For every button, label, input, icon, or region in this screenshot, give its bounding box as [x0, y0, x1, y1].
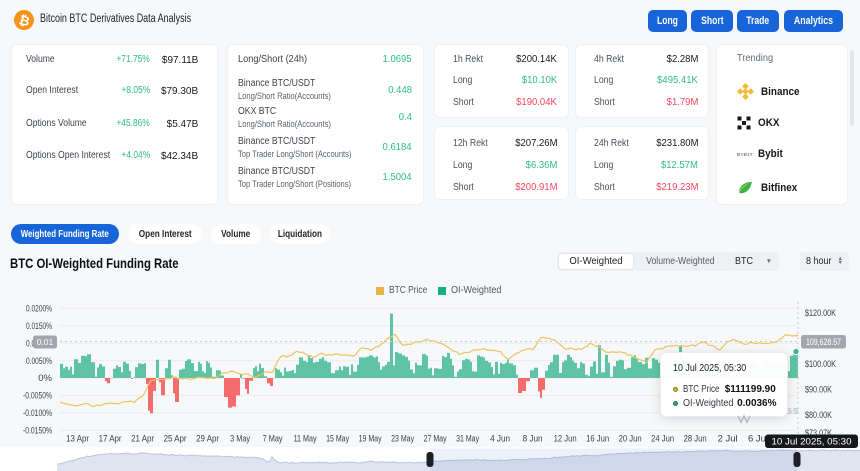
svg-text:27 May: 27 May: [424, 434, 447, 444]
svg-text:0.0200%: 0.0200%: [26, 304, 52, 315]
svg-text:21 Apr: 21 Apr: [131, 434, 154, 444]
svg-text:-0.0100%: -0.0100%: [23, 408, 52, 419]
svg-text:4 Jun: 4 Jun: [490, 434, 510, 444]
svg-text:11 May: 11 May: [294, 434, 317, 444]
svg-text:13 Apr: 13 Apr: [66, 434, 89, 444]
svg-text:23 May: 23 May: [391, 434, 414, 444]
svg-text:3 May: 3 May: [230, 434, 250, 444]
svg-text:$80.00K: $80.00K: [805, 410, 832, 421]
svg-text:25 Apr: 25 Apr: [164, 434, 187, 444]
svg-text:$100.00K: $100.00K: [805, 359, 836, 370]
svg-text:7 May: 7 May: [263, 434, 283, 444]
svg-text:24 Jun: 24 Jun: [651, 434, 674, 444]
svg-text:16 Jun: 16 Jun: [586, 434, 609, 444]
svg-text:12 Jun: 12 Jun: [554, 434, 577, 444]
svg-text:$120.00K: $120.00K: [805, 308, 836, 319]
svg-text:-0.0150%: -0.0150%: [23, 425, 52, 436]
svg-text:0%: 0%: [38, 373, 52, 384]
svg-text:29 Apr: 29 Apr: [196, 434, 219, 444]
svg-text:0.0150%: 0.0150%: [26, 321, 52, 332]
svg-text:109,628.57: 109,628.57: [806, 337, 841, 347]
svg-text:15 May: 15 May: [326, 434, 349, 444]
svg-text:10 Jul 2025, 05:30: 10 Jul 2025, 05:30: [772, 437, 852, 448]
svg-text:19 May: 19 May: [359, 434, 382, 444]
svg-text:2 Jul: 2 Jul: [718, 434, 738, 444]
svg-text:0.0050%: 0.0050%: [26, 356, 52, 367]
svg-text:$90.00K: $90.00K: [805, 385, 832, 396]
svg-text:-0.0050%: -0.0050%: [23, 391, 52, 402]
svg-text:31 May: 31 May: [456, 434, 479, 444]
svg-text:20 Jun: 20 Jun: [619, 434, 642, 444]
svg-text:0.01: 0.01: [37, 337, 54, 347]
svg-text:8 Jun: 8 Jun: [523, 434, 543, 444]
svg-text:17 Apr: 17 Apr: [99, 434, 122, 444]
svg-text:28 Jun: 28 Jun: [684, 434, 707, 444]
